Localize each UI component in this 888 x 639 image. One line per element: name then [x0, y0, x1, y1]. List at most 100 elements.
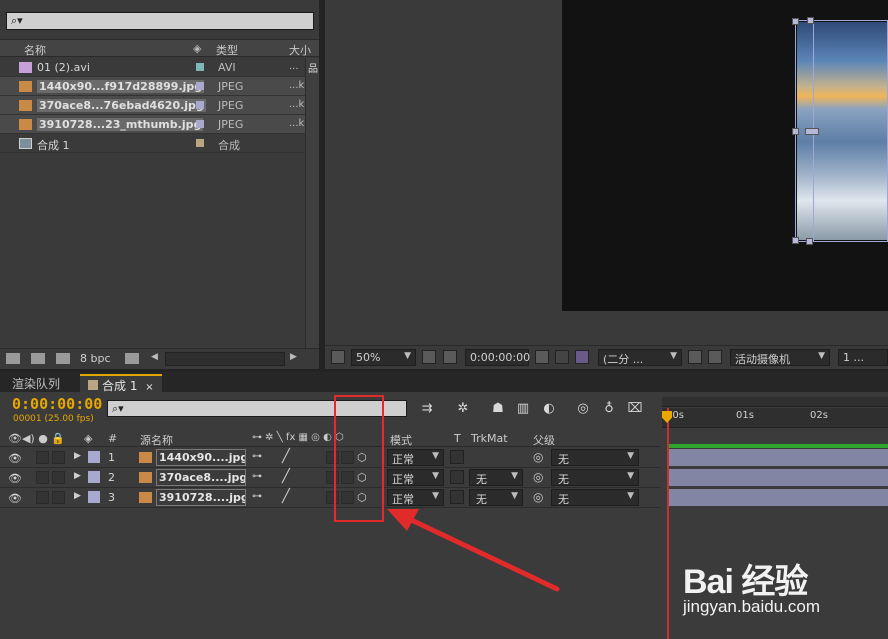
parent-header[interactable]: 父级: [533, 432, 555, 448]
label-tag-icon[interactable]: ◈: [84, 432, 92, 445]
project-search-input[interactable]: ⌕▾: [6, 12, 314, 30]
transform-handle[interactable]: [806, 238, 813, 245]
solo-toggle[interactable]: [36, 491, 49, 504]
preserve-transparency-header[interactable]: T: [454, 432, 461, 445]
composition-mini-flowchart-icon[interactable]: ⇉: [418, 401, 436, 417]
parent-pickwhip-icon[interactable]: ◎: [533, 450, 543, 464]
current-time-field[interactable]: 0:00:00:00: [465, 349, 530, 366]
resolution-dropdown[interactable]: (二分 ... ▼: [598, 349, 682, 366]
shy-switch-icon[interactable]: ⊶: [252, 491, 262, 502]
layer-label-swatch[interactable]: [88, 451, 100, 463]
label-tag-icon[interactable]: ◈: [193, 42, 201, 55]
tab-composition[interactable]: 合成 1 ×: [80, 374, 162, 393]
label-color-swatch[interactable]: [196, 82, 204, 90]
visibility-eye-icon[interactable]: 👁: [8, 492, 22, 505]
visibility-eye-icon[interactable]: 👁: [8, 452, 22, 465]
view-layout-dropdown[interactable]: 1 ...: [838, 349, 888, 366]
quality-switch-icon[interactable]: ╱: [282, 449, 290, 464]
zoom-dropdown[interactable]: 50% ▼: [351, 349, 416, 366]
blend-mode-dropdown[interactable]: 正常 ▼: [387, 449, 444, 466]
project-item[interactable]: 1440x90...f917d28899.jpg JPEG ...k: [0, 77, 305, 96]
graph-editor-icon[interactable]: ◎: [574, 401, 592, 417]
parent-dropdown[interactable]: 无 ▼: [551, 489, 639, 506]
shy-switch-icon[interactable]: ⊶: [252, 471, 262, 482]
layer-row[interactable]: 👁 ▶ 1 1440x90....jpg ⊶ ╱ ⬡ 正常 ▼ ◎ 无 ▼: [0, 448, 660, 468]
layer-number-header[interactable]: #: [108, 432, 117, 445]
scroll-right-icon[interactable]: ▶: [290, 352, 297, 362]
lock-toggle[interactable]: [52, 471, 65, 484]
transform-handle[interactable]: [792, 18, 799, 25]
motion-blur-icon[interactable]: ◐: [540, 401, 558, 417]
region-of-interest-icon[interactable]: [331, 350, 345, 364]
parent-dropdown[interactable]: 无 ▼: [551, 449, 639, 466]
av-features-icon[interactable]: 👁◀) ● 🔒: [8, 432, 65, 445]
quality-switch-icon[interactable]: ╱: [282, 469, 290, 484]
layer-source-name[interactable]: 3910728....jpg: [156, 489, 246, 506]
brainstorm-icon[interactable]: ♁: [600, 401, 618, 417]
expand-triangle-icon[interactable]: ▶: [74, 451, 81, 461]
trash-icon[interactable]: [125, 353, 139, 364]
blend-mode-dropdown[interactable]: 正常 ▼: [387, 489, 444, 506]
scroll-left-icon[interactable]: ◀: [151, 352, 158, 362]
shy-switch-icon[interactable]: ⊶: [252, 451, 262, 462]
horizontal-scrollbar[interactable]: [165, 352, 285, 366]
camera-view-dropdown[interactable]: 活动摄像机 ▼: [730, 349, 830, 366]
visibility-eye-icon[interactable]: 👁: [8, 472, 22, 485]
transform-handle[interactable]: [805, 128, 819, 135]
snapshot-camera-icon[interactable]: [535, 350, 549, 364]
layer-label-swatch[interactable]: [88, 471, 100, 483]
expand-triangle-icon[interactable]: ▶: [74, 491, 81, 501]
track-matte-dropdown[interactable]: 无 ▼: [469, 489, 523, 506]
fit-frame-icon[interactable]: [422, 350, 436, 364]
bit-depth-button[interactable]: 8 bpc: [80, 352, 111, 365]
flowchart-icon[interactable]: 品: [308, 60, 318, 75]
layer-source-name[interactable]: 370ace8....jpg: [156, 469, 246, 486]
label-color-swatch[interactable]: [196, 139, 204, 147]
channels-rgb-icon[interactable]: [575, 350, 589, 364]
time-ruler[interactable]: 00s 01s 02s: [662, 408, 888, 428]
new-folder-icon[interactable]: [31, 353, 45, 364]
transform-handle[interactable]: [807, 17, 814, 24]
transparency-grid-icon[interactable]: [708, 350, 722, 364]
layer-switches-header[interactable]: ⊶ ✲ ╲ fx ▦ ◎ ◐ ⬡: [252, 432, 344, 443]
source-name-header[interactable]: 源名称: [140, 432, 173, 448]
preserve-transparency-checkbox[interactable]: [450, 450, 464, 464]
interpret-footage-icon[interactable]: [6, 353, 20, 364]
column-name-header[interactable]: 名称: [24, 42, 46, 58]
project-item[interactable]: 3910728...23_mthumb.jpg JPEG ...k: [0, 115, 305, 134]
solo-toggle[interactable]: [36, 471, 49, 484]
preserve-transparency-checkbox[interactable]: [450, 490, 464, 504]
layer-duration-bar[interactable]: [667, 469, 888, 486]
frame-blending-icon[interactable]: ▥: [514, 401, 532, 417]
layer-label-swatch[interactable]: [88, 491, 100, 503]
parent-pickwhip-icon[interactable]: ◎: [533, 470, 543, 484]
work-area-bar[interactable]: [667, 444, 888, 448]
solo-toggle[interactable]: [36, 451, 49, 464]
parent-pickwhip-icon[interactable]: ◎: [533, 490, 543, 504]
mode-header[interactable]: 模式: [390, 432, 412, 448]
column-size-header[interactable]: 大小: [289, 42, 311, 58]
safe-margins-icon[interactable]: [443, 350, 457, 364]
layer-duration-bar[interactable]: [667, 489, 888, 506]
transform-handle[interactable]: [792, 237, 799, 244]
project-item[interactable]: 01 (2).avi AVI ...: [0, 58, 305, 77]
blend-mode-dropdown[interactable]: 正常 ▼: [387, 469, 444, 486]
project-item[interactable]: 370ace8...76ebad4620.jpg JPEG ...k: [0, 96, 305, 115]
preserve-transparency-checkbox[interactable]: [450, 470, 464, 484]
parent-dropdown[interactable]: 无 ▼: [551, 469, 639, 486]
layer-row[interactable]: 👁 ▶ 2 370ace8....jpg ⊶ ╱ ⬡ 正常 ▼ 无 ▼ ◎ 无 ▼: [0, 468, 660, 488]
quality-switch-icon[interactable]: ╱: [282, 489, 290, 504]
track-matte-header[interactable]: TrkMat: [471, 432, 508, 445]
show-snapshot-icon[interactable]: [555, 350, 569, 364]
lock-toggle[interactable]: [52, 451, 65, 464]
project-scrollbar[interactable]: 品: [305, 58, 319, 348]
project-item[interactable]: 合成 1 合成: [0, 134, 305, 153]
draft-3d-icon[interactable]: ✲: [454, 401, 472, 417]
hide-shy-layers-icon[interactable]: ☗: [489, 401, 507, 417]
label-color-swatch[interactable]: [196, 63, 204, 71]
label-color-swatch[interactable]: [196, 101, 204, 109]
expand-triangle-icon[interactable]: ▶: [74, 471, 81, 481]
layer-duration-bar[interactable]: [667, 449, 888, 466]
tab-render-queue[interactable]: 渲染队列: [4, 374, 68, 392]
timeline-current-time[interactable]: 0:00:00:00: [12, 395, 102, 413]
